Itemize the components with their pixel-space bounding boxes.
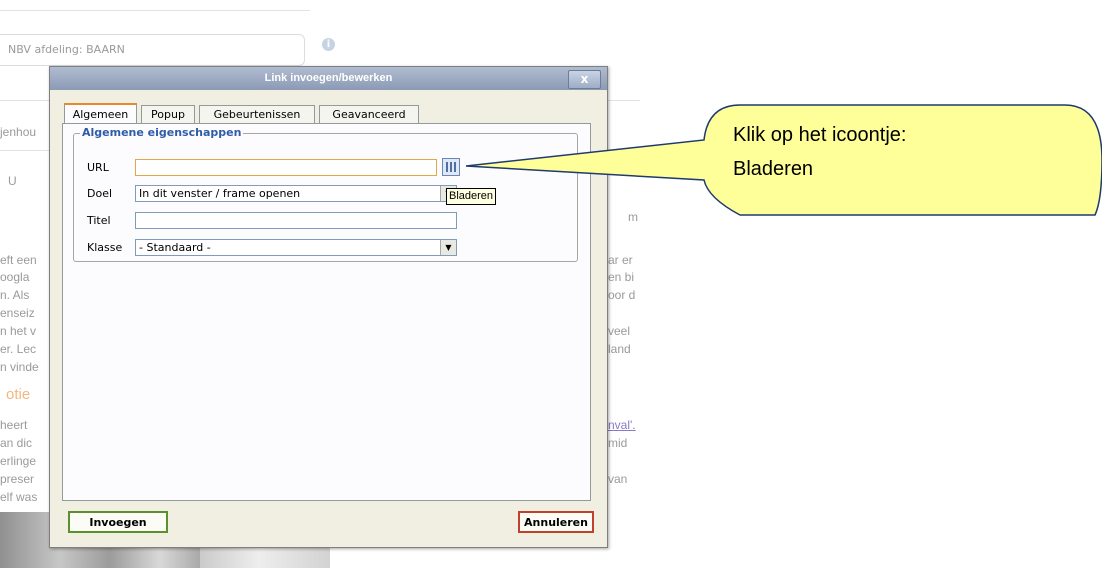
bg-fragment: er. Lec [0, 342, 37, 356]
close-button[interactable]: x [568, 70, 601, 89]
bg-fragment: preser [0, 472, 35, 486]
divider [0, 10, 310, 11]
bg-fragment: n het v [0, 324, 37, 338]
bg-fragment: oor d [608, 288, 636, 302]
url-label: URL [87, 161, 109, 174]
bg-fragment: n. Als [0, 288, 30, 302]
doel-select[interactable]: In dit venster / frame openen ▼ [135, 185, 457, 202]
bg-fragment: n vinde [0, 360, 39, 374]
callout-text: Klik op het icoontje: Bladeren [733, 118, 906, 186]
afdeling-text: NBV afdeling: BAARN [8, 43, 125, 56]
bg-fragment: oogla [0, 270, 30, 284]
titel-label: Titel [87, 214, 111, 227]
chevron-down-icon[interactable]: ▼ [440, 240, 456, 255]
bg-fragment: van [608, 472, 628, 486]
bg-link-fragment[interactable]: nval'. [608, 418, 636, 432]
general-properties-group: Algemene eigenschappen URL Doel In dit v… [73, 126, 578, 262]
browse-icon [446, 162, 456, 172]
bg-fragment: erlinge [0, 454, 37, 468]
tab-geavanceerd[interactable]: Geavanceerd [319, 105, 419, 123]
doel-value: In dit venster / frame openen [139, 187, 301, 200]
insert-button[interactable]: Invoegen [68, 511, 168, 533]
tab-panel: Algemene eigenschappen URL Doel In dit v… [62, 123, 591, 501]
link-dialog: Link invoegen/bewerken x Algemeen Popup … [49, 66, 608, 548]
bg-heading: otie [6, 386, 31, 403]
tab-gebeurtenissen[interactable]: Gebeurtenissen [199, 105, 315, 123]
bg-fragment: elf was [0, 490, 38, 504]
bg-fragment: enseiz [0, 306, 35, 320]
bg-fragment: jenhou [0, 125, 37, 139]
callout-line: Bladeren [733, 158, 814, 180]
dialog-titlebar[interactable]: Link invoegen/bewerken x [50, 67, 607, 90]
callout-line: Klik op het icoontje: [733, 124, 907, 146]
bg-fragment: ar er [608, 253, 633, 267]
url-input[interactable] [135, 159, 437, 176]
browse-tooltip: Bladeren [446, 188, 497, 205]
bg-fragment: land [608, 342, 631, 356]
bg-fragment: m [628, 210, 638, 224]
bg-fragment: en bi [608, 270, 635, 284]
bg-fragment: mid [608, 436, 628, 450]
dialog-title: Link invoegen/bewerken [264, 72, 393, 84]
browse-button[interactable] [442, 158, 460, 176]
titel-input[interactable] [135, 212, 457, 229]
bg-fragment: veel [608, 324, 631, 338]
bg-fragment: U [8, 174, 17, 188]
cancel-button[interactable]: Annuleren [518, 511, 594, 533]
tab-algemeen[interactable]: Algemeen [64, 103, 137, 125]
bg-fragment: eft een [0, 253, 37, 267]
group-legend: Algemene eigenschappen [80, 126, 244, 139]
bg-fragment: heert [0, 418, 28, 432]
afdeling-field: NBV afdeling: BAARN [0, 34, 305, 66]
klasse-select[interactable]: - Standaard - ▼ [135, 239, 457, 256]
klasse-label: Klasse [87, 241, 123, 254]
doel-label: Doel [87, 187, 113, 200]
klasse-value: - Standaard - [139, 241, 211, 254]
tab-popup[interactable]: Popup [141, 105, 195, 123]
info-icon[interactable]: i [322, 38, 335, 51]
bg-fragment: an dic [0, 436, 33, 450]
